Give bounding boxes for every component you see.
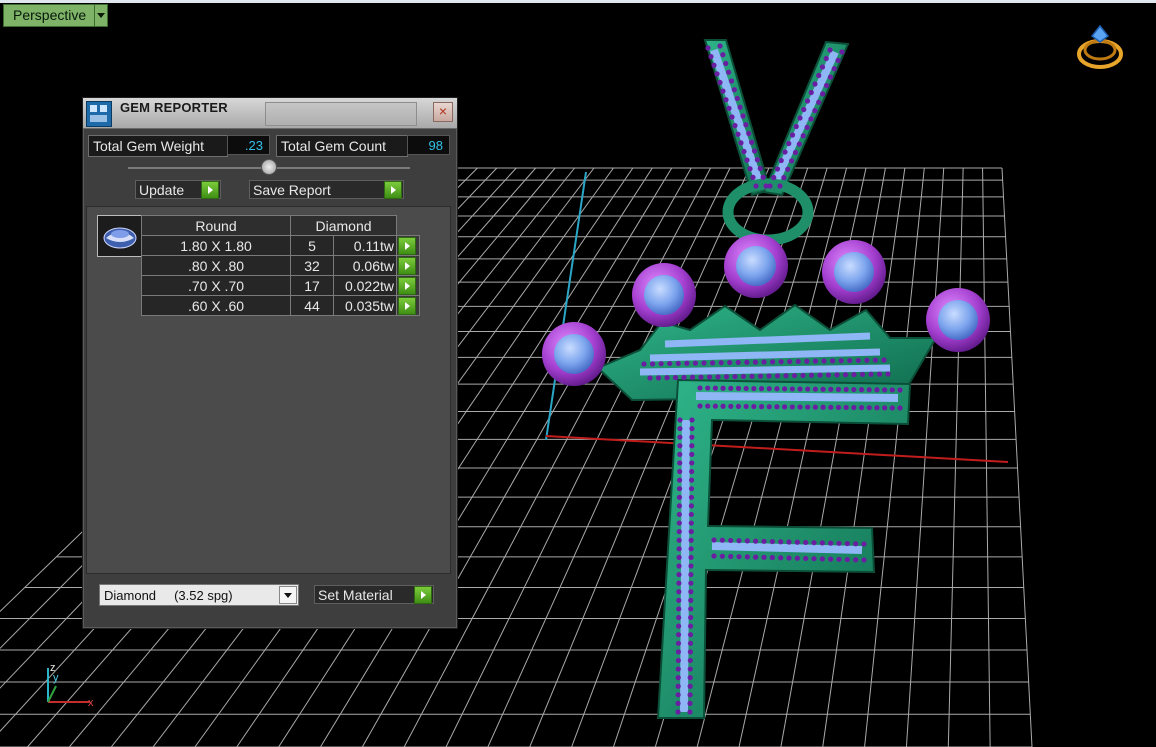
play-icon [398,277,416,295]
gem-size: .80 X .80 [141,255,291,276]
gem-weight: 0.022tw [333,275,397,296]
save-report-button[interactable]: Save Report [249,180,404,199]
bezel-2 [632,263,696,327]
axis-gizmo-icon: z y x [47,662,94,709]
table-row: .70 X .70 17 0.022tw [141,275,420,296]
view-selector[interactable]: Perspective [3,4,109,27]
close-button[interactable]: × [433,102,453,122]
gem-list-area: Round Diamond 1.80 X 1.80 5 0.11tw .80 X… [86,206,451,574]
set-material-button[interactable]: Set Material [314,585,434,604]
table-row: 1.80 X 1.80 5 0.11tw [141,235,420,256]
gem-count: 44 [290,295,334,316]
bezel-4 [822,240,886,304]
material-header: Diamond [290,215,397,236]
title-tab-strip [265,102,417,126]
bezel-5 [926,288,990,352]
row-action-button[interactable] [396,255,420,276]
gem-size: .70 X .70 [141,275,291,296]
3d-viewport[interactable]: Perspective z y x GEM REPORTER × Total G… [0,0,1156,747]
material-value: Diamond (3.52 spg) [104,588,233,603]
gem-weight: 0.06tw [333,255,397,276]
axis-label-x: x [88,697,94,709]
gem-weight: 0.11tw [333,235,397,256]
gem-table-header: Round Diamond [141,215,420,236]
panel-titlebar[interactable]: GEM REPORTER × [83,98,457,129]
total-gem-weight-label: Total Gem Weight [88,135,228,157]
play-icon [398,237,416,255]
set-material-label: Set Material [318,587,393,603]
gem-size: 1.80 X 1.80 [141,235,291,256]
gem-table: Round Diamond 1.80 X 1.80 5 0.11tw .80 X… [141,215,420,316]
row-action-button[interactable] [396,275,420,296]
gem-count: 32 [290,255,334,276]
splitter-handle[interactable] [261,159,277,175]
table-row: .80 X .80 32 0.06tw [141,255,420,276]
row-action-button[interactable] [396,235,420,256]
row-action-button[interactable] [396,295,420,316]
material-dropdown[interactable]: Diamond (3.52 spg) [99,584,299,606]
gem-count: 17 [290,275,334,296]
close-icon: × [438,103,448,119]
chevron-down-icon[interactable] [279,586,297,604]
total-gem-weight-value: .23 [227,135,270,155]
round-diamond-icon [97,215,143,257]
gem-reporter-panel: GEM REPORTER × Total Gem Weight .23 Tota… [82,97,458,629]
gem-size: .60 X .60 [141,295,291,316]
top-strip [0,0,1156,3]
gem-reporter-icon [86,101,112,127]
total-gem-count-label: Total Gem Count [276,135,408,157]
shape-header: Round [141,215,291,236]
axis-label-y: y [53,672,59,684]
gem-weight: 0.035tw [333,295,397,316]
table-row: .60 X .60 44 0.035tw [141,295,420,316]
save-report-label: Save Report [253,182,331,198]
update-button[interactable]: Update [135,180,221,199]
chevron-down-icon [97,13,106,18]
play-icon [414,586,432,604]
play-icon [384,181,402,199]
bezel-3 [724,234,788,298]
panel-title: GEM REPORTER [120,100,228,115]
play-icon [201,181,219,199]
gem-count: 5 [290,235,334,256]
bezel-1 [542,322,606,386]
update-label: Update [139,182,185,198]
ring-icon[interactable] [1074,20,1126,76]
view-dropdown-arrow[interactable] [95,4,109,27]
pendant-model [542,39,990,719]
total-gem-count-value: 98 [407,135,450,155]
play-icon [398,297,416,315]
view-label[interactable]: Perspective [3,4,96,27]
play-icon [398,257,416,275]
